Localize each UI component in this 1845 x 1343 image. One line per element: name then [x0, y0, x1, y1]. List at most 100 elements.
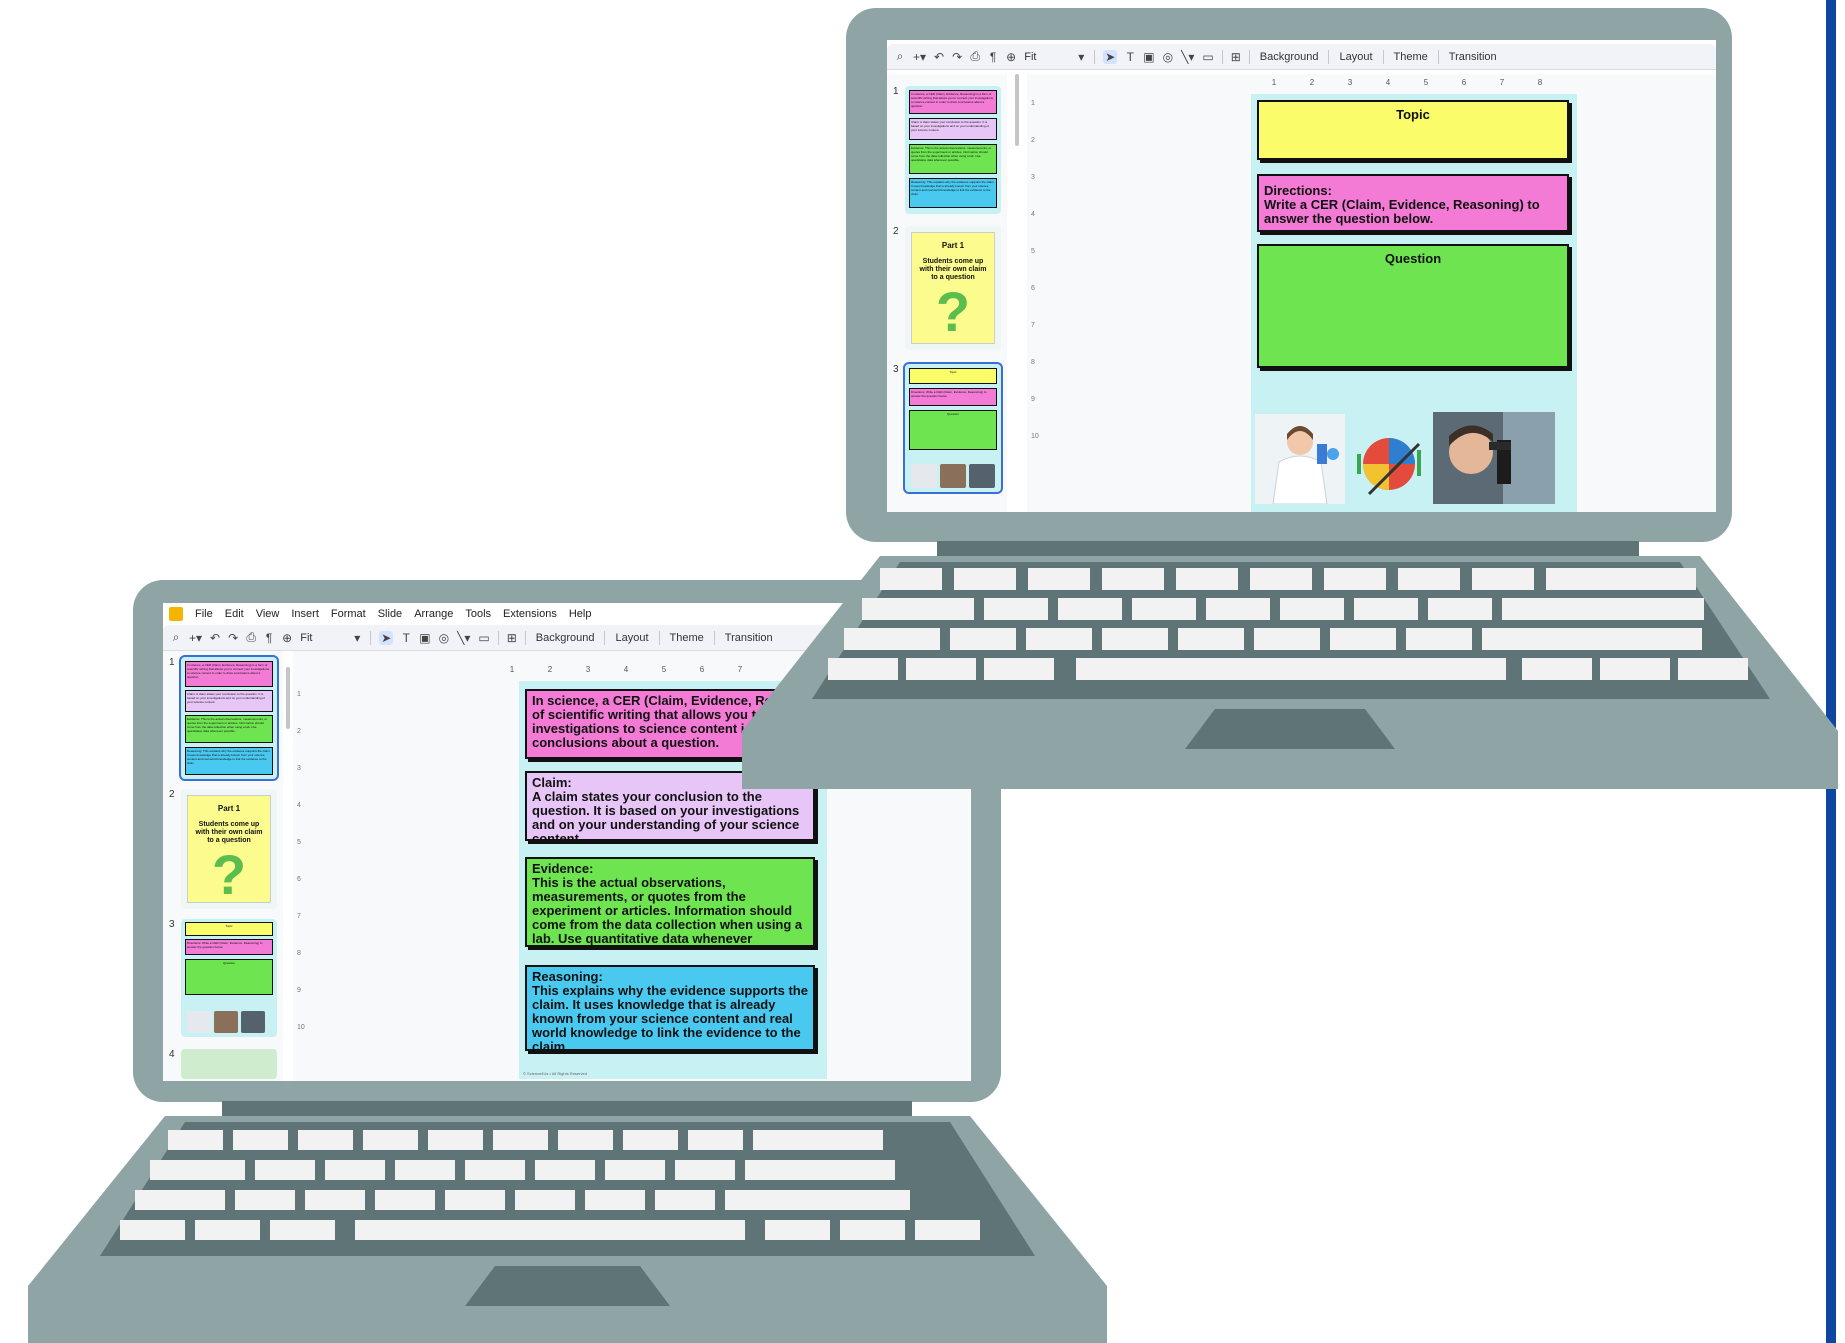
paint-format-icon[interactable]: ¶: [988, 50, 998, 64]
menu-slide[interactable]: Slide: [378, 608, 402, 620]
ruler-tick: 3: [1031, 174, 1035, 181]
vertical-ruler: 1 2 3 4 5 6 7 8 9 10: [297, 691, 307, 1061]
slides-logo-icon: [169, 607, 183, 621]
add-icon[interactable]: +▾: [189, 631, 202, 645]
ruler-tick: 8: [1537, 78, 1543, 87]
comment-icon[interactable]: ⊞: [507, 631, 517, 645]
theme-button[interactable]: Theme: [1392, 51, 1430, 63]
slide-number: 3: [169, 919, 175, 930]
question-box[interactable]: Question: [1257, 244, 1569, 368]
mini-directions-box: Directions: Write a CER (Claim, Evidence…: [185, 939, 273, 955]
ruler-tick: 8: [1031, 359, 1035, 366]
horizontal-ruler: 1 2 3 4 5 6 7 8: [1255, 78, 1559, 90]
ruler-tick: 6: [1461, 78, 1467, 87]
slide-thumbnail[interactable]: Topic Directions: Write a CER (Claim, Ev…: [181, 919, 277, 1037]
slide-thumbnail[interactable]: Part 1 Students come up with their own c…: [181, 789, 277, 909]
question-mark-icon: ?: [935, 280, 971, 343]
search-icon[interactable]: ⌕: [171, 630, 181, 645]
text-box-icon[interactable]: T: [1125, 50, 1135, 64]
mini-part-text: Students come up with their own claim to…: [195, 821, 263, 844]
ruler-tick: 1: [509, 665, 515, 674]
mini-evidence-box: Evidence: This is the actual observation…: [185, 715, 273, 743]
undo-icon[interactable]: ↶: [934, 50, 944, 64]
image-icon[interactable]: ▣: [419, 631, 430, 645]
filmstrip-scrollbar[interactable]: [1015, 74, 1019, 146]
redo-icon[interactable]: ↷: [952, 50, 962, 64]
slide-thumbnail[interactable]: Part 1 Students come up with their own c…: [905, 226, 1001, 350]
layout-button[interactable]: Layout: [1337, 51, 1374, 63]
reasoning-text: Reasoning: This explains why the evidenc…: [532, 969, 808, 1051]
mini-directions-text: Directions: Write a CER (Claim, Evidence…: [911, 390, 987, 398]
slide-number: 4: [169, 1049, 175, 1060]
science-photos: [1255, 412, 1555, 504]
filmstrip-scrollbar[interactable]: [286, 667, 290, 729]
paint-format-icon[interactable]: ¶: [264, 631, 274, 645]
menu-format[interactable]: Format: [331, 608, 366, 620]
directions-box[interactable]: Directions: Write a CER (Claim, Evidence…: [1257, 174, 1569, 232]
menu-tools[interactable]: Tools: [465, 608, 491, 620]
slide-number: 1: [893, 86, 899, 97]
menu-view[interactable]: View: [256, 608, 280, 620]
current-slide[interactable]: Topic Directions: Write a CER (Claim, Ev…: [1251, 94, 1577, 512]
ruler-tick: 1: [1271, 78, 1277, 87]
print-icon[interactable]: ⎙: [246, 630, 256, 645]
select-icon[interactable]: ➤: [1103, 49, 1118, 64]
search-icon[interactable]: ⌕: [895, 49, 905, 64]
zoom-select[interactable]: Fit: [1024, 51, 1068, 63]
line-icon[interactable]: ╲▾: [1181, 50, 1194, 64]
reasoning-box[interactable]: Reasoning: This explains why the evidenc…: [525, 965, 815, 1051]
menu-extensions[interactable]: Extensions: [503, 608, 557, 620]
video-icon[interactable]: ▭: [478, 631, 489, 645]
mini-reasoning-box: Reasoning: This explains why the evidenc…: [185, 747, 273, 775]
zoom-icon[interactable]: ⊕: [1006, 50, 1016, 64]
slide-thumbnail[interactable]: [181, 1049, 277, 1079]
mini-directions-box: Directions: Write a CER (Claim, Evidence…: [909, 388, 997, 406]
mini-part-text: Students come up with their own claim to…: [919, 258, 987, 281]
slide-thumbnail[interactable]: In science, a CER (Claim, Evidence, Reas…: [905, 86, 1001, 214]
mini-intro-text: In science, a CER (Claim, Evidence, Reas…: [187, 663, 270, 679]
toolbar-divider: [658, 630, 660, 645]
zoom-select[interactable]: Fit: [300, 632, 344, 644]
image-icon[interactable]: ▣: [1143, 50, 1154, 64]
video-icon[interactable]: ▭: [1202, 50, 1213, 64]
mini-topic-box: Topic: [185, 922, 273, 936]
redo-icon[interactable]: ↷: [228, 631, 238, 645]
layout-button[interactable]: Layout: [613, 632, 650, 644]
ruler-tick: 7: [1499, 78, 1505, 87]
menu-arrange[interactable]: Arrange: [414, 608, 453, 620]
shape-icon[interactable]: ◎: [439, 631, 449, 645]
ruler-tick: 7: [297, 913, 301, 920]
toolbar-divider: [370, 630, 372, 645]
transition-button[interactable]: Transition: [1447, 51, 1499, 63]
comment-icon[interactable]: ⊞: [1231, 50, 1241, 64]
evidence-box[interactable]: Evidence: This is the actual observation…: [525, 857, 815, 947]
toolbar-divider: [1382, 49, 1384, 64]
print-icon[interactable]: ⎙: [970, 49, 980, 64]
menu-file[interactable]: File: [195, 608, 213, 620]
toolbar-divider: [604, 630, 606, 645]
background-button[interactable]: Background: [534, 632, 597, 644]
slide-thumbnail[interactable]: Topic Directions: Write a CER (Claim, Ev…: [903, 362, 1003, 494]
shape-icon[interactable]: ◎: [1163, 50, 1173, 64]
undo-icon[interactable]: ↶: [210, 631, 220, 645]
menu-edit[interactable]: Edit: [225, 608, 244, 620]
back-keyboard-svg: [742, 556, 1838, 789]
theme-button[interactable]: Theme: [668, 632, 706, 644]
text-box-icon[interactable]: T: [401, 631, 411, 645]
mini-claim-text: Claim: A claim states your conclusion to…: [911, 120, 989, 132]
line-icon[interactable]: ╲▾: [457, 631, 470, 645]
topic-box[interactable]: Topic: [1257, 100, 1569, 160]
dropdown-caret-icon[interactable]: ▾: [1076, 50, 1086, 64]
menu-insert[interactable]: Insert: [291, 608, 319, 620]
ruler-tick: 9: [297, 987, 301, 994]
mini-photo-microscope: [969, 464, 995, 488]
zoom-icon[interactable]: ⊕: [282, 631, 292, 645]
add-icon[interactable]: +▾: [913, 50, 926, 64]
dropdown-caret-icon[interactable]: ▾: [352, 631, 362, 645]
toolbar-divider: [1248, 49, 1250, 64]
select-icon[interactable]: ➤: [379, 630, 394, 645]
background-button[interactable]: Background: [1258, 51, 1321, 63]
slide-thumbnail[interactable]: In science, a CER (Claim, Evidence, Reas…: [179, 655, 279, 781]
menu-help[interactable]: Help: [569, 608, 592, 620]
front-keyboard-svg: [28, 1116, 1107, 1343]
